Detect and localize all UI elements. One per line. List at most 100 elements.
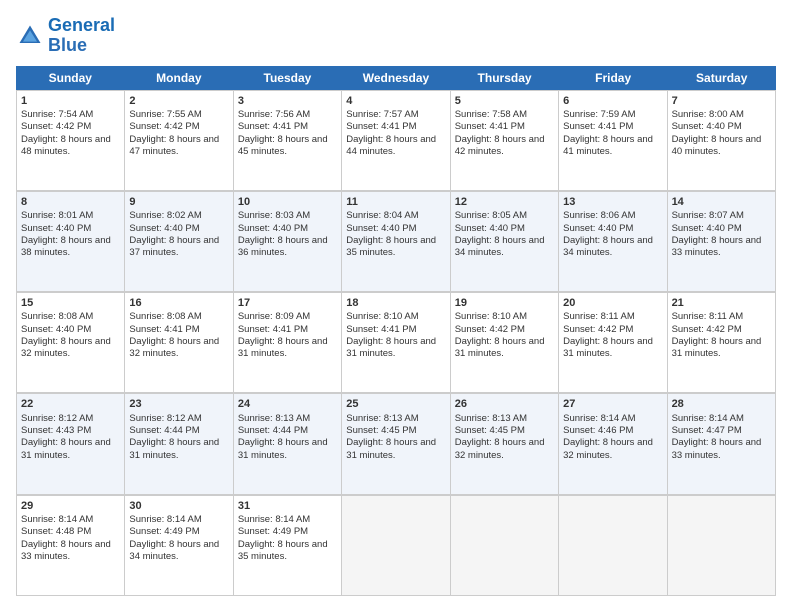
sunset-text: Sunset: 4:41 PM	[129, 324, 199, 335]
sunrise-text: Sunrise: 8:08 AM	[129, 311, 201, 322]
day-cell-27: 27 Sunrise: 8:14 AMSunset: 4:46 PMDayligh…	[559, 393, 667, 493]
daylight-text: Daylight: 8 hours and 32 minutes.	[563, 437, 653, 460]
sunrise-text: Sunrise: 7:56 AM	[238, 109, 310, 120]
day-cell-10: 10Sunrise: 8:03 AMSunset: 4:40 PMDayligh…	[234, 191, 342, 291]
day-number: 13	[563, 195, 662, 209]
sunset-text: Sunset: 4:45 PM	[346, 425, 416, 436]
day-cell-18: 18Sunrise: 8:10 AMSunset: 4:41 PMDayligh…	[342, 292, 450, 392]
sunrise-text: Sunrise: 8:08 AM	[21, 311, 93, 322]
sunset-text: Sunset: 4:42 PM	[455, 324, 525, 335]
sunset-text: Sunset: 4:46 PM	[563, 425, 633, 436]
sunset-text: Sunset: 4:44 PM	[129, 425, 199, 436]
daylight-text: Daylight: 8 hours and 42 minutes.	[455, 134, 545, 157]
empty-cell	[668, 495, 776, 595]
sunrise-text: Sunrise: 8:12 AM	[129, 413, 201, 424]
day-number: 1	[21, 94, 120, 108]
daylight-text: Daylight: 8 hours and 32 minutes.	[21, 336, 111, 359]
daylight-text: Daylight: 8 hours and 32 minutes.	[129, 336, 219, 359]
sunset-text: Sunset: 4:42 PM	[129, 121, 199, 132]
daylight-text: Daylight: 8 hours and 32 minutes.	[455, 437, 545, 460]
day-number: 23	[129, 397, 228, 411]
day-number: 15	[21, 296, 120, 310]
sunrise-text: Sunrise: 8:14 AM	[21, 514, 93, 525]
sunrise-text: Sunrise: 8:01 AM	[21, 210, 93, 221]
sunrise-text: Sunrise: 8:10 AM	[455, 311, 527, 322]
day-number: 30	[129, 499, 228, 513]
sunset-text: Sunset: 4:40 PM	[672, 223, 742, 234]
empty-cell	[451, 495, 559, 595]
sunset-text: Sunset: 4:40 PM	[129, 223, 199, 234]
sunrise-text: Sunrise: 8:14 AM	[238, 514, 310, 525]
sunrise-text: Sunrise: 8:14 AM	[563, 413, 635, 424]
sunset-text: Sunset: 4:42 PM	[563, 324, 633, 335]
day-number: 27	[563, 397, 662, 411]
daylight-text: Daylight: 8 hours and 31 minutes.	[129, 437, 219, 460]
day-cell-15: 15Sunrise: 8:08 AMSunset: 4:40 PMDayligh…	[17, 292, 125, 392]
day-cell-25: 25Sunrise: 8:13 AMSunset: 4:45 PMDayligh…	[342, 393, 450, 493]
header-day-thursday: Thursday	[450, 66, 559, 90]
sunrise-text: Sunrise: 8:14 AM	[672, 413, 744, 424]
sunrise-text: Sunrise: 8:13 AM	[238, 413, 310, 424]
day-cell-9: 9Sunrise: 8:02 AMSunset: 4:40 PMDaylight…	[125, 191, 233, 291]
day-cell-22: 22Sunrise: 8:12 AMSunset: 4:43 PMDayligh…	[17, 393, 125, 493]
day-number: 22	[21, 397, 120, 411]
sunrise-text: Sunrise: 8:06 AM	[563, 210, 635, 221]
day-cell-13: 13Sunrise: 8:06 AMSunset: 4:40 PMDayligh…	[559, 191, 667, 291]
daylight-text: Daylight: 8 hours and 44 minutes.	[346, 134, 436, 157]
sunrise-text: Sunrise: 8:11 AM	[672, 311, 744, 322]
sunrise-text: Sunrise: 8:02 AM	[129, 210, 201, 221]
sunrise-text: Sunrise: 8:13 AM	[455, 413, 527, 424]
empty-cell	[342, 495, 450, 595]
empty-cell	[559, 495, 667, 595]
day-cell-8: 8Sunrise: 8:01 AMSunset: 4:40 PMDaylight…	[17, 191, 125, 291]
sunset-text: Sunset: 4:42 PM	[21, 121, 91, 132]
logo-icon	[16, 22, 44, 50]
header-day-wednesday: Wednesday	[342, 66, 451, 90]
sunrise-text: Sunrise: 7:59 AM	[563, 109, 635, 120]
day-cell-4: 4Sunrise: 7:57 AMSunset: 4:41 PMDaylight…	[342, 90, 450, 190]
sunrise-text: Sunrise: 8:09 AM	[238, 311, 310, 322]
daylight-text: Daylight: 8 hours and 41 minutes.	[563, 134, 653, 157]
sunset-text: Sunset: 4:48 PM	[21, 526, 91, 537]
day-cell-31: 31Sunrise: 8:14 AMSunset: 4:49 PMDayligh…	[234, 495, 342, 595]
daylight-text: Daylight: 8 hours and 31 minutes.	[455, 336, 545, 359]
day-number: 31	[238, 499, 337, 513]
sunrise-text: Sunrise: 8:14 AM	[129, 514, 201, 525]
day-number: 29	[21, 499, 120, 513]
daylight-text: Daylight: 8 hours and 31 minutes.	[238, 437, 328, 460]
day-cell-29: 29Sunrise: 8:14 AMSunset: 4:48 PM Dayligh…	[17, 495, 125, 595]
daylight-text: Daylight: 8 hours and 35 minutes.	[346, 235, 436, 258]
sunset-text: Sunset: 4:40 PM	[455, 223, 525, 234]
header-day-saturday: Saturday	[667, 66, 776, 90]
calendar-row-1: 1Sunrise: 7:54 AMSunset: 4:42 PMDaylight…	[16, 90, 776, 191]
sunrise-text: Sunrise: 8:07 AM	[672, 210, 744, 221]
sunset-text: Sunset: 4:41 PM	[238, 121, 308, 132]
day-cell-23: 23 Sunrise: 8:12 AMSunset: 4:44 PMDayligh…	[125, 393, 233, 493]
daylight-text: Daylight: 8 hours and 34 minutes.	[563, 235, 653, 258]
daylight-text: Daylight: 8 hours and 31 minutes.	[563, 336, 653, 359]
day-number: 5	[455, 94, 554, 108]
day-cell-30: 30Sunrise: 8:14 AMSunset: 4:49 PMDayligh…	[125, 495, 233, 595]
sunset-text: Sunset: 4:40 PM	[346, 223, 416, 234]
logo: General Blue	[16, 16, 115, 56]
daylight-text: Daylight: 8 hours and 33 minutes.	[21, 539, 111, 562]
daylight-text: Daylight: 8 hours and 40 minutes.	[672, 134, 762, 157]
day-number: 8	[21, 195, 120, 209]
daylight-text: Daylight: 8 hours and 33 minutes.	[672, 235, 762, 258]
day-number: 17	[238, 296, 337, 310]
day-cell-19: 19Sunrise: 8:10 AMSunset: 4:42 PMDayligh…	[451, 292, 559, 392]
day-number: 14	[672, 195, 771, 209]
day-number: 26	[455, 397, 554, 411]
day-cell-2: 2Sunrise: 7:55 AMSunset: 4:42 PMDaylight…	[125, 90, 233, 190]
sunset-text: Sunset: 4:41 PM	[455, 121, 525, 132]
day-cell-24: 24Sunrise: 8:13 AMSunset: 4:44 PMDayligh…	[234, 393, 342, 493]
day-number: 6	[563, 94, 662, 108]
sunset-text: Sunset: 4:42 PM	[672, 324, 742, 335]
calendar-row-5: 29Sunrise: 8:14 AMSunset: 4:48 PMDayligh…	[16, 495, 776, 596]
header-day-friday: Friday	[559, 66, 668, 90]
daylight-text: Daylight: 8 hours and 37 minutes.	[129, 235, 219, 258]
day-cell-7: 7Sunrise: 8:00 AMSunset: 4:40 PMDaylight…	[668, 90, 776, 190]
sunrise-text: Sunrise: 7:57 AM	[346, 109, 418, 120]
day-cell-28: 28Sunrise: 8:14 AMSunset: 4:47 PMDayligh…	[668, 393, 776, 493]
day-number: 16	[129, 296, 228, 310]
